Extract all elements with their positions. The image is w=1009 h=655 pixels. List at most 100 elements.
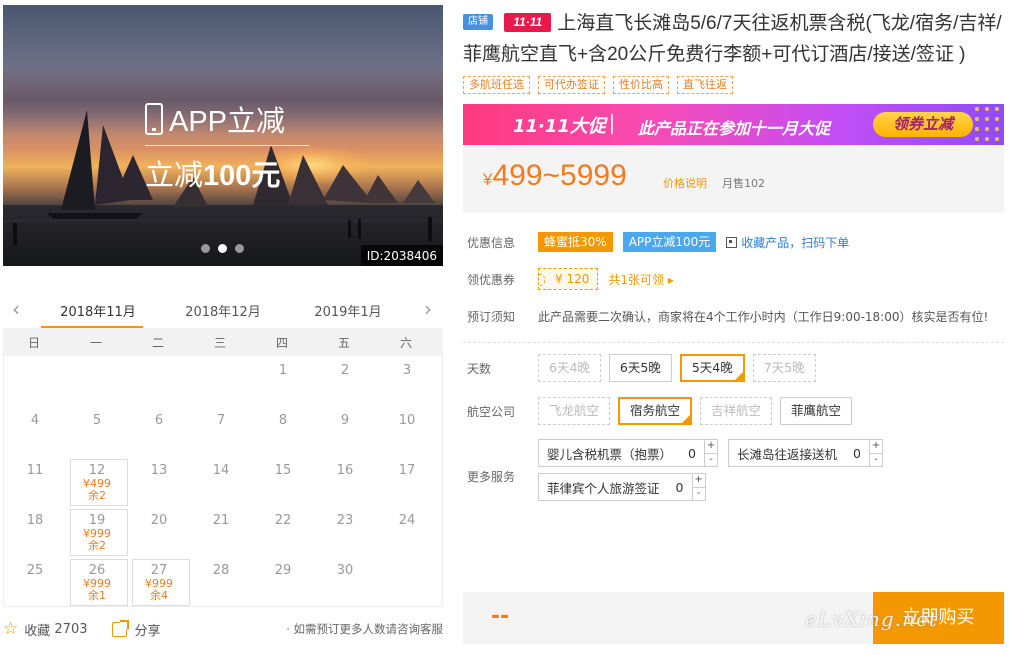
calendar-day: 29	[252, 556, 314, 606]
collect-product-link[interactable]: 收藏产品，扫码下单	[726, 234, 849, 251]
days-option-disabled: 6天4晚	[538, 354, 601, 382]
calendar-day-available[interactable]: 19 ¥999 余2	[66, 506, 128, 556]
carousel-dot[interactable]	[235, 244, 244, 253]
calendar-day-number: 18	[26, 513, 44, 528]
hero-banner[interactable]: APP立减 立减100元 ID:2038406	[3, 5, 443, 266]
calendar-day: 8	[252, 406, 314, 456]
calendar-weekday-header: 日 一 二 三 四 五 六	[3, 328, 443, 356]
price-calendar: ‹ 2018年11月 2018年12月 2019年1月 › 日 一 二 三 四 …	[3, 292, 443, 607]
calendar-week-row: 11 12 ¥499 余2 13 14 15 16 17	[4, 456, 442, 506]
calendar-day-number: 11	[26, 463, 44, 478]
calendar-day: 3	[376, 356, 438, 406]
banner-divider	[611, 114, 613, 134]
increment-button[interactable]: +	[692, 474, 705, 488]
calendar-day-number: 30	[336, 563, 354, 578]
double-eleven-badge: 11·11	[504, 13, 552, 32]
share-label: 分享	[134, 623, 161, 639]
chevron-right-icon[interactable]: ›	[419, 299, 437, 319]
calendar-week-row: 4 5 6 7 8 9 10	[4, 406, 442, 456]
weekday-label: 日	[27, 335, 40, 350]
calendar-day: 17	[376, 456, 438, 506]
airline-option-selected[interactable]: 宿务航空	[618, 397, 693, 425]
price-explanation-link[interactable]: 价格说明	[663, 175, 707, 191]
app-discount-overlay: APP立减 立减100元	[145, 97, 309, 194]
calendar-tab-month-3[interactable]: 2019年1月	[303, 301, 393, 320]
weekday-label: 一	[89, 335, 102, 350]
chevron-left-icon[interactable]: ‹	[7, 299, 25, 319]
shop-badge[interactable]: 店铺	[463, 14, 493, 30]
calendar-day: 6	[128, 406, 190, 456]
services-label: 更多服务	[467, 470, 516, 484]
calendar-day-number: 2	[340, 363, 350, 378]
calendar-day-number: 17	[398, 463, 416, 478]
sale-promo-banner[interactable]: 11·11大促 此产品正在参加十一月大促 领券立减	[463, 104, 1004, 145]
coupon-more-text: 共1张可领	[608, 272, 664, 287]
calendar-day-number: 12	[88, 463, 106, 478]
calendar-day: 2	[314, 356, 376, 406]
calendar-day-number: 28	[212, 563, 230, 578]
calendar-day-remaining: 余4	[150, 589, 168, 602]
increment-button[interactable]: +	[870, 440, 883, 454]
carousel-dot-active[interactable]	[218, 244, 227, 253]
quantity-field[interactable]: 0	[845, 446, 869, 461]
calendar-tab-month-1[interactable]: 2018年11月	[53, 301, 143, 320]
calendar-day-available[interactable]: 27 ¥999 余4	[128, 556, 190, 606]
extra-services: 婴儿含税机票（抱票） 0 + - 长滩岛往返接送机 0 + - 菲律宾个人旅游签证 0 + -	[538, 439, 938, 507]
product-detail-panel: 店铺 11·11 上海直飞长滩岛5/6/7天往返机票含税(飞龙/宿务/吉祥/菲鹰航…	[463, 8, 1004, 520]
calendar-day: 16	[314, 456, 376, 506]
favorite-count: 2703	[54, 621, 88, 637]
calendar-tab-month-2[interactable]: 2018年12月	[178, 301, 268, 320]
calendar-day-number: 29	[274, 563, 292, 578]
quantity-stepper: + -	[704, 440, 718, 467]
sale-logo: 11·11大促	[513, 116, 606, 137]
calendar-day: 4	[4, 406, 66, 456]
calendar-day-number: 7	[216, 413, 226, 428]
weekday-label: 二	[151, 335, 164, 350]
decrement-button[interactable]: -	[870, 454, 882, 467]
quantity-field[interactable]: 0	[668, 480, 692, 495]
monthly-sales: 月售102	[722, 177, 765, 190]
calendar-day-available[interactable]: 12 ¥499 余2	[66, 456, 128, 506]
carousel-dot[interactable]	[201, 244, 210, 253]
total-price: --	[491, 604, 510, 629]
decrement-button[interactable]: -	[693, 488, 705, 501]
airline-option-row: 航空公司 飞龙航空 宿务航空 吉祥航空 菲鹰航空	[463, 396, 1004, 426]
quantity-field[interactable]: 0	[680, 446, 704, 461]
star-icon[interactable]: ☆	[3, 619, 18, 639]
calendar-day-number: 5	[92, 413, 102, 428]
calendar-day-number: 9	[340, 413, 350, 428]
share-button[interactable]: 分享	[111, 619, 161, 639]
calendar-day-number: 3	[402, 363, 412, 378]
days-option[interactable]: 6天5晚	[608, 354, 672, 382]
quantity-stepper: + -	[691, 474, 705, 501]
calendar-day-number: 1	[278, 363, 288, 378]
airline-option[interactable]: 菲鹰航空	[780, 397, 853, 425]
calendar-day: 7	[190, 406, 252, 456]
calendar-day: 30	[314, 556, 376, 606]
offer-info: 优惠信息 蜂蜜抵30% APP立减100元 收藏产品，扫码下单 领优惠券 ¥ 1…	[463, 231, 1004, 327]
increment-button[interactable]: +	[705, 440, 718, 454]
favorite-label[interactable]: 收藏	[24, 620, 50, 639]
caret-right-icon: ▸	[667, 272, 674, 287]
coupon-more-link[interactable]: 共1张可领 ▸	[608, 271, 674, 288]
coupon-ticket[interactable]: ¥ 120	[538, 268, 599, 290]
calendar-day-number: 4	[30, 413, 40, 428]
calendar-day: 24	[376, 506, 438, 556]
calendar-day-number: 19	[88, 513, 106, 528]
calendar-day-number: 24	[398, 513, 416, 528]
service-item: 菲律宾个人旅游签证 0 + -	[538, 473, 706, 501]
calendar-day: 9	[314, 406, 376, 456]
calendar-month-nav: ‹ 2018年11月 2018年12月 2019年1月 ›	[3, 292, 443, 328]
product-title: 店铺 11·11 上海直飞长滩岛5/6/7天往返机票含税(飞龙/宿务/吉祥/菲鹰航…	[463, 8, 1004, 70]
days-option-selected[interactable]: 5天4晚	[679, 354, 745, 382]
airline-option-disabled: 飞龙航空	[538, 397, 611, 425]
calendar-day-available[interactable]: 26 ¥999 余1	[66, 556, 128, 606]
quantity-stepper: + -	[869, 440, 883, 467]
decrement-button[interactable]: -	[705, 454, 717, 467]
calendar-day	[4, 356, 66, 406]
collect-product-text: 收藏产品，扫码下单	[741, 235, 850, 250]
coupon-row: 领优惠券 ¥ 120 共1张可领 ▸	[463, 268, 1004, 290]
claim-coupon-button[interactable]: 领券立减	[873, 112, 973, 137]
calendar-day: 15	[252, 456, 314, 506]
calendar-grid: 1 2 3 4 5 6 7 8 9 10 11 12 ¥499 余2 13 14 15 16 17 18 19 ¥999 余…	[3, 356, 443, 607]
